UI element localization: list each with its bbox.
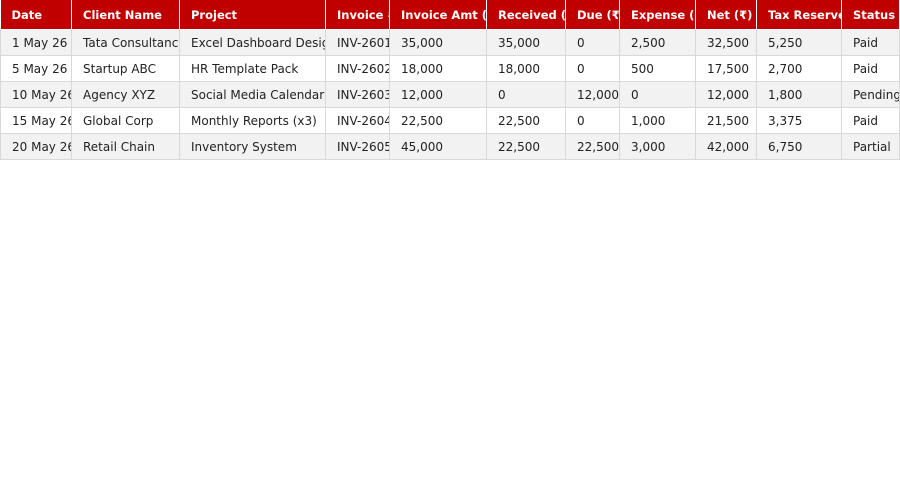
invoice-table: Date Client Name Project Invoice # Invoi… [0,0,900,160]
cell-project[interactable]: Monthly Reports (x3) [179,107,326,134]
cell-expense[interactable]: 0 [619,81,696,108]
cell-status[interactable]: Partial [841,133,900,160]
cell-invoice-amount[interactable]: 45,000 [389,133,487,160]
cell-tax-reserved[interactable]: 3,375 [756,107,842,134]
table-row: 15 May 26 Global Corp Monthly Reports (x… [0,107,900,134]
cell-date[interactable]: 15 May 26 [0,107,72,134]
cell-due[interactable]: 12,000 [565,81,620,108]
table-row: 1 May 26 Tata Consultancy Excel Dashboar… [0,29,900,56]
cell-received[interactable]: 22,500 [486,133,566,160]
cell-invoice-number[interactable]: INV-2602 [325,55,390,82]
column-header-date[interactable]: Date [0,0,72,30]
cell-client-name[interactable]: Agency XYZ [71,81,180,108]
cell-net[interactable]: 17,500 [695,55,757,82]
cell-due[interactable]: 0 [565,55,620,82]
cell-tax-reserved[interactable]: 1,800 [756,81,842,108]
cell-project[interactable]: Social Media Calendar [179,81,326,108]
cell-client-name[interactable]: Retail Chain [71,133,180,160]
cell-received[interactable]: 22,500 [486,107,566,134]
cell-date[interactable]: 5 May 26 [0,55,72,82]
cell-net[interactable]: 21,500 [695,107,757,134]
cell-tax-reserved[interactable]: 5,250 [756,29,842,56]
column-header-tax-reserved[interactable]: Tax Reserved [756,0,842,30]
cell-due[interactable]: 22,500 [565,133,620,160]
cell-tax-reserved[interactable]: 6,750 [756,133,842,160]
cell-status[interactable]: Paid [841,29,900,56]
cell-invoice-number[interactable]: INV-2604 [325,107,390,134]
cell-net[interactable]: 42,000 [695,133,757,160]
column-header-invoice-number[interactable]: Invoice # [325,0,390,30]
cell-invoice-amount[interactable]: 12,000 [389,81,487,108]
cell-invoice-number[interactable]: INV-2605 [325,133,390,160]
cell-invoice-amount[interactable]: 18,000 [389,55,487,82]
cell-tax-reserved[interactable]: 2,700 [756,55,842,82]
cell-due[interactable]: 0 [565,107,620,134]
cell-expense[interactable]: 2,500 [619,29,696,56]
column-header-invoice-amount[interactable]: Invoice Amt (₹) [389,0,487,30]
cell-invoice-amount[interactable]: 22,500 [389,107,487,134]
cell-project[interactable]: Excel Dashboard Design [179,29,326,56]
column-header-expense[interactable]: Expense (₹) [619,0,696,30]
cell-net[interactable]: 12,000 [695,81,757,108]
cell-received[interactable]: 0 [486,81,566,108]
cell-client-name[interactable]: Startup ABC [71,55,180,82]
column-header-status[interactable]: Status [841,0,900,30]
cell-project[interactable]: HR Template Pack [179,55,326,82]
cell-net[interactable]: 32,500 [695,29,757,56]
cell-expense[interactable]: 1,000 [619,107,696,134]
column-header-net[interactable]: Net (₹) [695,0,757,30]
cell-date[interactable]: 20 May 26 [0,133,72,160]
cell-date[interactable]: 10 May 26 [0,81,72,108]
table-row: 10 May 26 Agency XYZ Social Media Calend… [0,81,900,108]
table-header-row: Date Client Name Project Invoice # Invoi… [0,0,900,30]
cell-received[interactable]: 18,000 [486,55,566,82]
column-header-due[interactable]: Due (₹) [565,0,620,30]
column-header-client-name[interactable]: Client Name [71,0,180,30]
table-row: 5 May 26 Startup ABC HR Template Pack IN… [0,55,900,82]
table-row: 20 May 26 Retail Chain Inventory System … [0,133,900,160]
cell-project[interactable]: Inventory System [179,133,326,160]
column-header-received[interactable]: Received (₹) [486,0,566,30]
cell-expense[interactable]: 3,000 [619,133,696,160]
cell-status[interactable]: Paid [841,55,900,82]
cell-invoice-amount[interactable]: 35,000 [389,29,487,56]
cell-invoice-number[interactable]: INV-2601 [325,29,390,56]
cell-date[interactable]: 1 May 26 [0,29,72,56]
cell-expense[interactable]: 500 [619,55,696,82]
cell-status[interactable]: Paid [841,107,900,134]
cell-status[interactable]: Pending [841,81,900,108]
cell-received[interactable]: 35,000 [486,29,566,56]
column-header-project[interactable]: Project [179,0,326,30]
cell-invoice-number[interactable]: INV-2603 [325,81,390,108]
cell-client-name[interactable]: Tata Consultancy [71,29,180,56]
cell-due[interactable]: 0 [565,29,620,56]
cell-client-name[interactable]: Global Corp [71,107,180,134]
